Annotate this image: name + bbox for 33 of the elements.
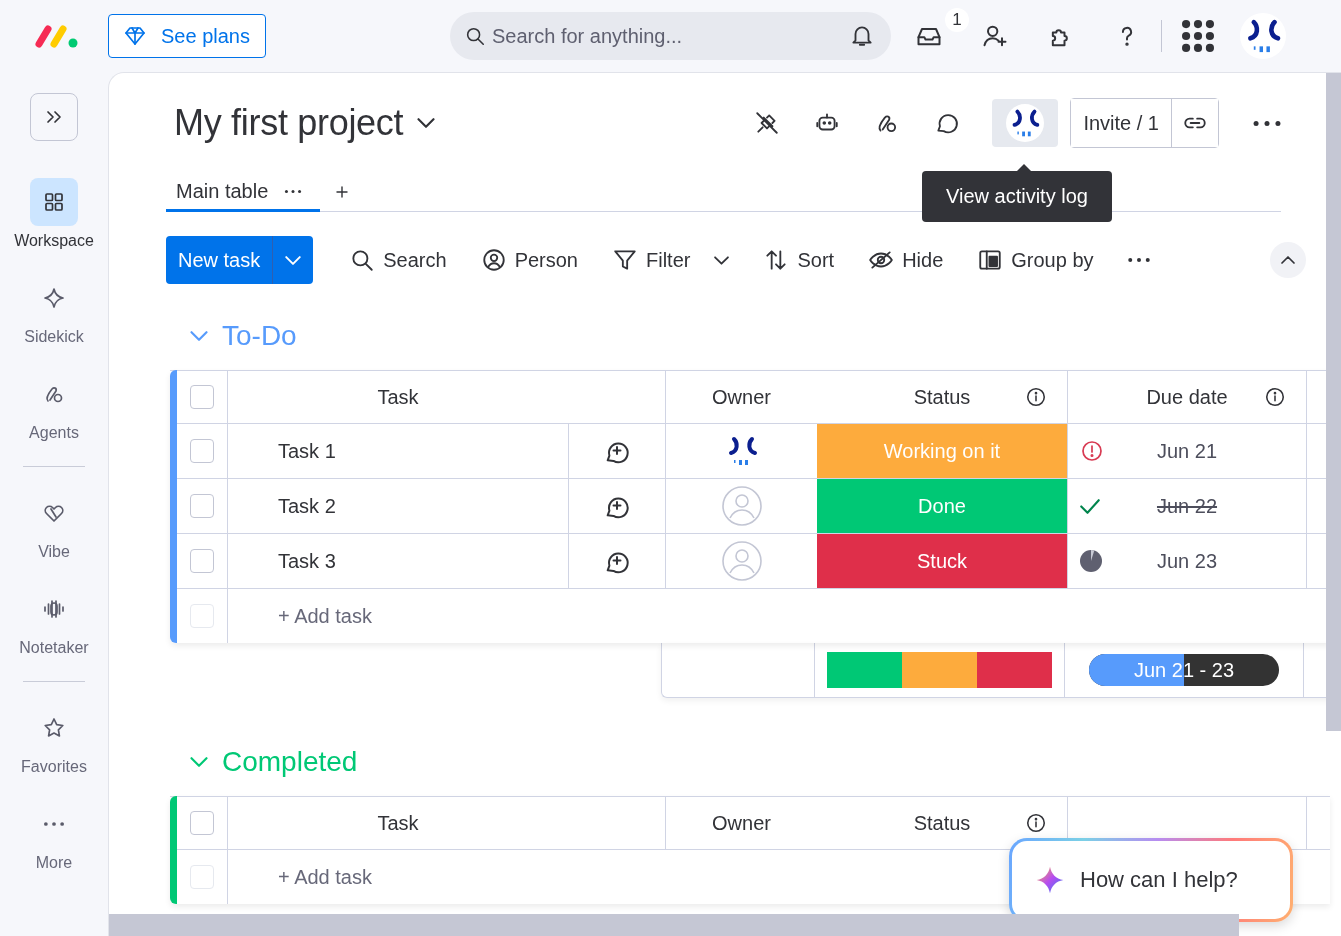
column-header: Owner [665, 797, 817, 849]
see-plans-button[interactable]: See plans [108, 14, 266, 58]
tooltip: View activity log [922, 171, 1112, 222]
status-label[interactable]: Stuck [817, 534, 1067, 588]
toolbar-button[interactable]: Group by [977, 247, 1094, 273]
sidebar-item[interactable]: Notetaker [19, 585, 89, 657]
column-header: Due date [1067, 371, 1306, 423]
column-header: Owner [665, 371, 817, 423]
column-header: Status [817, 371, 1067, 423]
column-header: Task [227, 797, 568, 849]
sidebar-item[interactable]: Workspace [14, 178, 94, 250]
sidebar-item[interactable]: More [30, 800, 78, 872]
date-text[interactable]: Jun 23 [1156, 549, 1218, 573]
search-field[interactable]: Search for anything... [450, 12, 891, 60]
toolbar-button[interactable]: Filter [612, 247, 730, 273]
table-cell[interactable]: Task 1 [227, 424, 568, 478]
date-text[interactable]: Jun 22 [1156, 494, 1218, 518]
sidebar-item[interactable]: Favorites [21, 704, 87, 776]
table-cell[interactable]: Task 2 [227, 479, 568, 533]
sidebar-item[interactable]: Agents [29, 370, 79, 442]
date-text[interactable]: Jun 21 [1156, 439, 1218, 463]
toolbar-button[interactable]: Hide [868, 247, 944, 273]
sidebar-item[interactable]: Sidekick [24, 274, 84, 346]
sidebar-item[interactable]: Vibe [30, 489, 78, 561]
notification-badge: 1 [945, 8, 969, 32]
table-cell[interactable]: Task 3 [227, 534, 568, 588]
board-title: My first project [174, 102, 404, 144]
toolbar-button[interactable]: Search [349, 247, 447, 273]
column-header: Task [227, 371, 568, 423]
ai-assistant-button[interactable]: How can I help? [1012, 841, 1290, 919]
toolbar-button[interactable]: Person [480, 247, 578, 273]
view-tab[interactable]: Main table [166, 173, 321, 212]
toolbar-button[interactable]: Sort [763, 247, 835, 273]
